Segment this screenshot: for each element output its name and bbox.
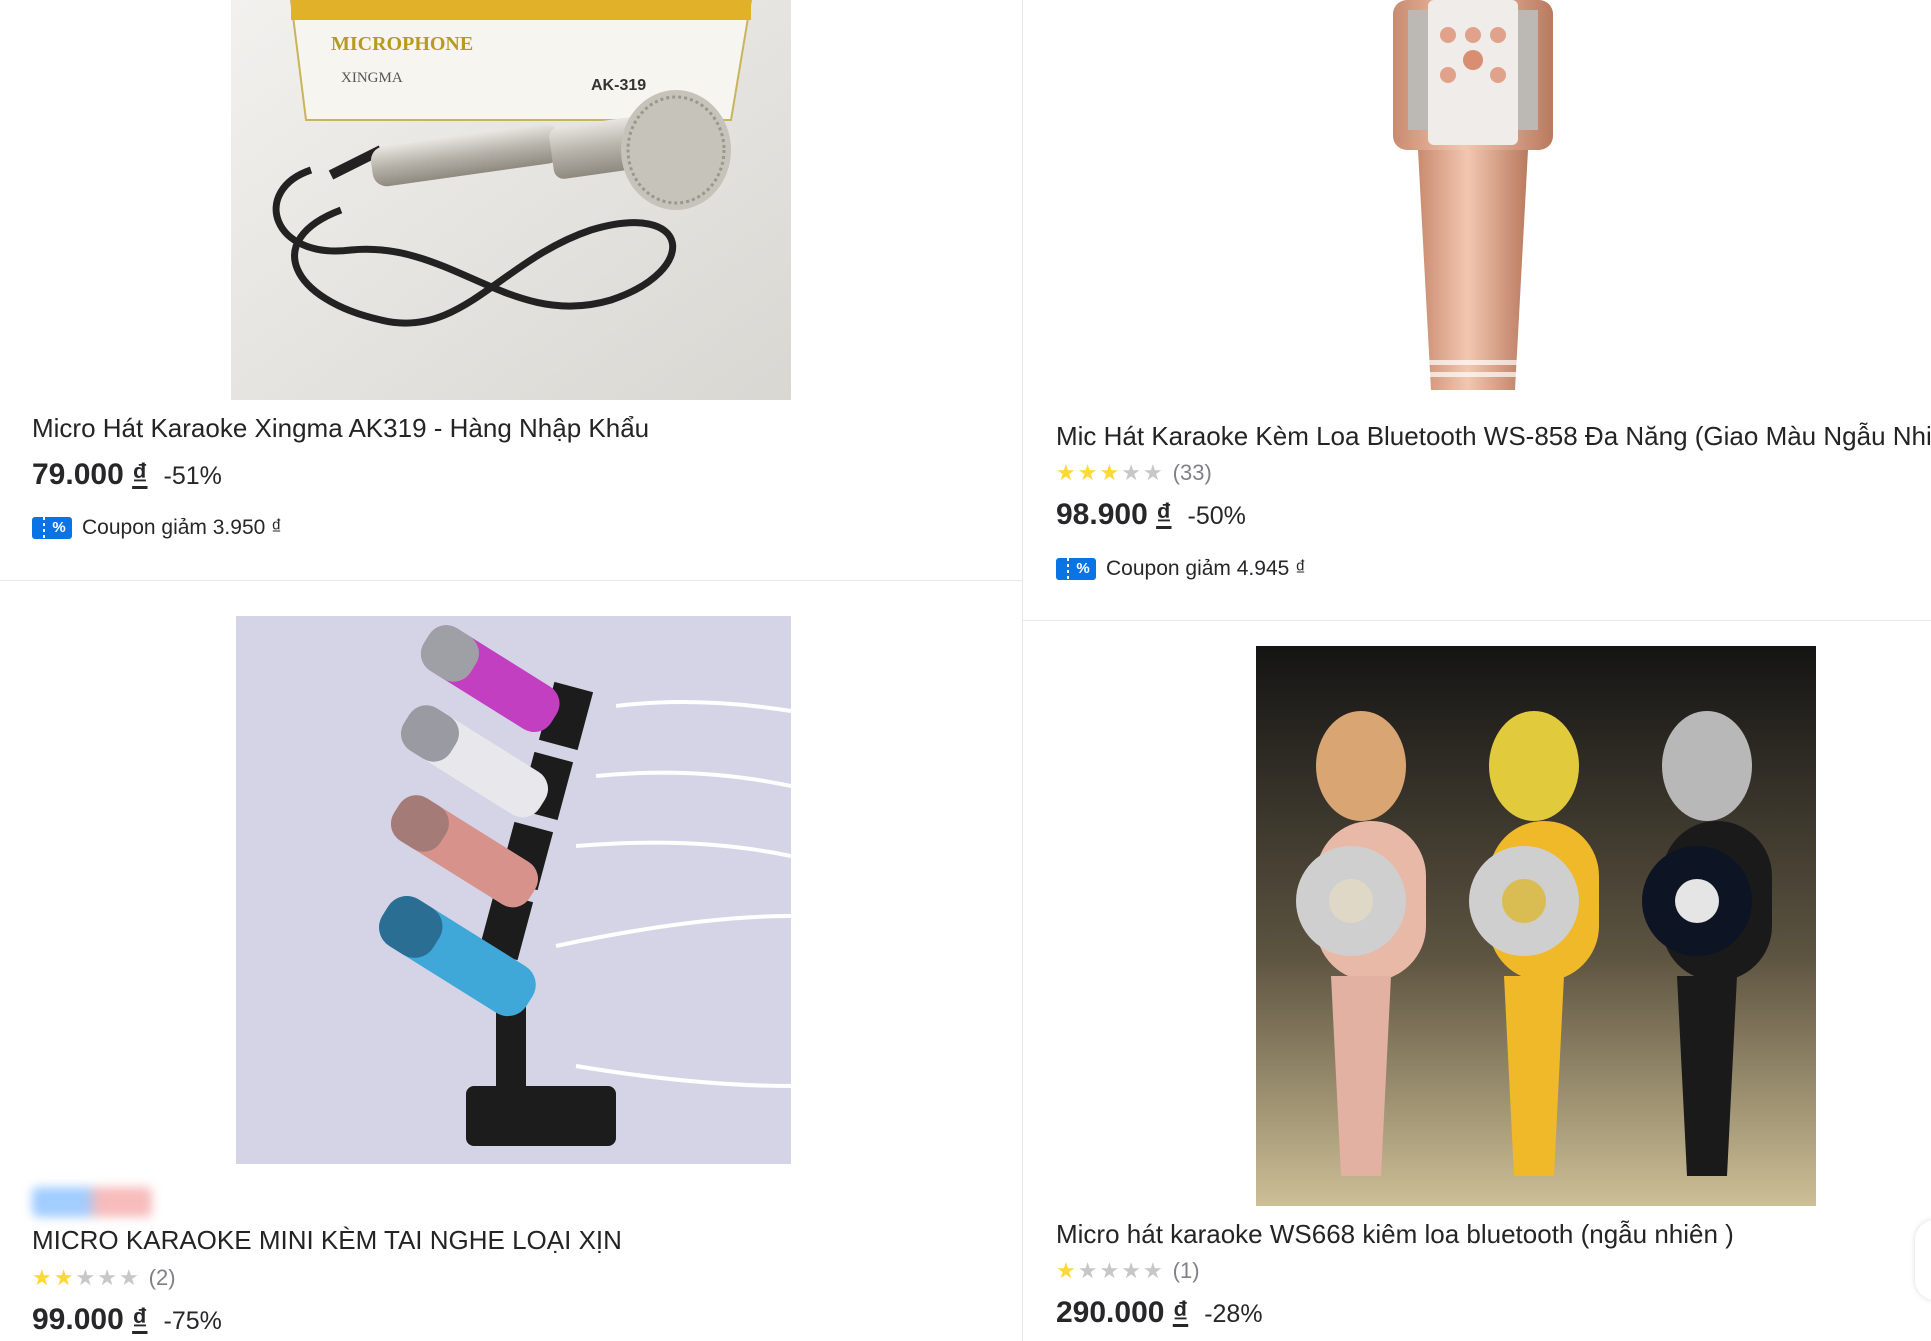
coupon-text: Coupon giảm 3.950 ₫ [82,516,282,539]
discount-badge: -28% [1204,1300,1263,1328]
product-image[interactable] [236,616,791,1164]
discount-badge: -51% [163,462,222,490]
price-row: 290.000 ₫ -28% [1056,1296,1263,1330]
currency-symbol: ₫ [1156,498,1172,531]
coupon-icon: % [1056,558,1096,580]
star-icon: ★ [75,1265,96,1290]
star-icon: ★ [118,1265,139,1290]
price-value: 290.000 [1056,1296,1165,1329]
product-image[interactable] [1253,0,1693,400]
currency-symbol: ₫ [132,458,148,491]
product-rating: ★ ★ ★ ★ ★ (2) [32,1265,176,1291]
product-card-1[interactable]: MICROPHONE XINGMA AK-319 Micro Hát Karao… [0,0,1022,580]
product-image[interactable] [1256,646,1816,1206]
price-row: 79.000 ₫ -51% [32,458,222,492]
coupon-icon: % [32,517,72,539]
coupon-row[interactable]: % Coupon giảm 3.950 ₫ [32,516,282,540]
product-card-2[interactable]: Mic Hát Karaoke Kèm Loa Bluetooth WS-858… [1023,0,1931,620]
discount-badge: -50% [1187,502,1246,530]
review-count: (2) [148,1265,176,1290]
rating-stars: ★ ★ ★ ★ ★ [1056,462,1163,484]
box-model: AK-319 [591,77,646,94]
product-card-3[interactable]: MICRO KARAOKE MINI KÈM TAI NGHE LOẠI XỊN… [0,581,1022,1341]
star-icon: ★ [1142,460,1163,485]
star-icon: ★ [1099,460,1120,485]
coupon-text: Coupon giảm 4.945 ₫ [1106,557,1306,580]
scroll-to-top-button[interactable] [1915,1220,1931,1300]
currency-symbol: ₫ [132,1303,148,1336]
price-value: 99.000 [32,1303,124,1336]
product-price: 98.900 ₫ [1056,498,1172,532]
product-card-4[interactable]: Micro hát karaoke WS668 kiêm loa bluetoo… [1023,621,1931,1341]
price-row: 99.000 ₫ -75% [32,1303,222,1337]
product-rating: ★ ★ ★ ★ ★ (33) [1056,460,1212,486]
price-value: 98.900 [1056,498,1148,531]
product-grid: MICROPHONE XINGMA AK-319 Micro Hát Karao… [0,0,1931,1341]
product-image[interactable]: MICROPHONE XINGMA AK-319 [231,0,791,400]
star-icon: ★ [1056,1258,1076,1283]
star-icon: ★ [1142,1258,1163,1283]
box-brand: XINGMA [341,70,403,86]
star-icon: ★ [32,1265,52,1290]
rating-stars: ★ ★ ★ ★ ★ [1056,1260,1163,1282]
star-icon: ★ [1121,460,1141,485]
discount-badge: -75% [163,1307,222,1335]
star-icon: ★ [1077,1258,1098,1283]
product-name[interactable]: MICRO KARAOKE MINI KÈM TAI NGHE LOẠI XỊN [32,1224,622,1256]
product-price: 290.000 ₫ [1056,1296,1188,1330]
seller-badge [32,1187,152,1217]
rating-stars: ★ ★ ★ ★ ★ [32,1267,139,1289]
review-count: (1) [1172,1258,1200,1283]
product-price: 79.000 ₫ [32,458,148,492]
star-icon: ★ [97,1265,117,1290]
price-value: 79.000 [32,458,124,491]
star-icon: ★ [1121,1258,1141,1283]
star-icon: ★ [1099,1258,1120,1283]
box-label: MICROPHONE [331,33,473,55]
price-row: 98.900 ₫ -50% [1056,498,1246,532]
star-icon: ★ [53,1265,74,1290]
star-icon: ★ [1077,460,1098,485]
review-count: (33) [1172,460,1212,485]
product-name[interactable]: Micro Hát Karaoke Xingma AK319 - Hàng Nh… [32,412,649,444]
currency-symbol: ₫ [1172,1296,1189,1329]
product-name[interactable]: Micro hát karaoke WS668 kiêm loa bluetoo… [1056,1218,1734,1250]
product-price: 99.000 ₫ [32,1303,148,1337]
product-name[interactable]: Mic Hát Karaoke Kèm Loa Bluetooth WS-858… [1056,420,1931,452]
star-icon: ★ [1056,460,1076,485]
product-rating: ★ ★ ★ ★ ★ (1) [1056,1258,1200,1284]
coupon-row[interactable]: % Coupon giảm 4.945 ₫ [1056,557,1306,581]
